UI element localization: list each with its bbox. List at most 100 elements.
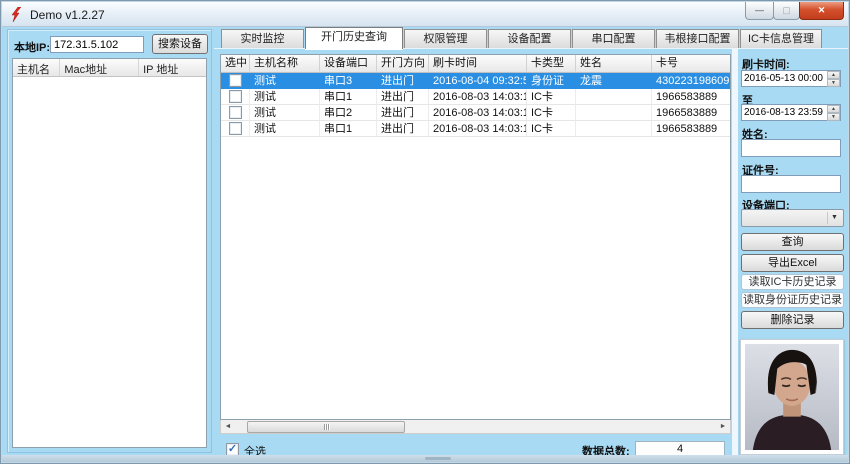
row-host: 测试	[250, 121, 320, 137]
cardholder-photo	[740, 339, 844, 455]
window-bottom-border	[2, 455, 848, 462]
read-id-history-button[interactable]: 读取身份证历史记录	[741, 292, 844, 308]
id-number-input[interactable]	[741, 175, 841, 193]
row-card-no: 430223198609164219	[652, 73, 731, 89]
device-col-mac[interactable]: Mac地址	[60, 59, 139, 76]
tab-strip: 实时监控 开门历史查询 权限管理 设备配置 串口配置 韦根接口配置 IC卡信息管…	[214, 27, 848, 49]
resize-grip[interactable]	[425, 457, 451, 460]
row-port: 串口1	[320, 121, 377, 137]
row-checkbox[interactable]	[229, 74, 242, 87]
close-button[interactable]: ✕	[799, 2, 844, 20]
export-excel-button[interactable]: 导出Excel	[741, 254, 844, 272]
row-time: 2016-08-03 14:03:10	[429, 105, 527, 121]
row-card-no: 1966583889	[652, 121, 731, 137]
search-device-button[interactable]: 搜索设备	[152, 34, 208, 54]
table-row[interactable]: 测试 串口1 进出门 2016-08-03 14:03:13 IC卡 19665…	[221, 121, 730, 137]
table-row[interactable]: 测试 串口1 进出门 2016-08-03 14:03:10 IC卡 19665…	[221, 89, 730, 105]
row-port: 串口3	[320, 73, 377, 89]
spinner-up-icon[interactable]: ▲	[827, 71, 840, 79]
chevron-down-icon[interactable]: ▼	[827, 212, 841, 224]
spinner-up-icon[interactable]: ▲	[827, 105, 840, 113]
portrait-photo-image	[745, 344, 839, 450]
tab-door-history[interactable]: 开门历史查询	[305, 27, 403, 49]
table-row[interactable]: 测试 串口3 进出门 2016-08-04 09:32:55 身份证 龙震 43…	[221, 73, 730, 89]
app-logo-lightning-icon	[10, 7, 25, 22]
time-to-field[interactable]: ▲ ▼	[741, 104, 841, 121]
row-name	[576, 105, 652, 121]
col-swipe-time[interactable]: 刷卡时间	[429, 55, 527, 72]
row-direction: 进出门	[377, 121, 429, 137]
row-time: 2016-08-03 14:03:10	[429, 89, 527, 105]
local-ip-input[interactable]	[50, 36, 144, 53]
read-ic-history-button[interactable]: 读取IC卡历史记录	[741, 274, 844, 290]
row-port: 串口1	[320, 89, 377, 105]
row-checkbox[interactable]	[229, 122, 242, 135]
device-col-ip[interactable]: IP 地址	[139, 59, 206, 76]
tab-wiegand-config[interactable]: 韦根接口配置	[656, 29, 739, 49]
row-time: 2016-08-04 09:32:55	[429, 73, 527, 89]
scroll-right-icon[interactable]: ►	[716, 421, 730, 433]
col-card-type[interactable]: 卡类型	[527, 55, 576, 72]
query-side-panel: 刷卡时间: ▲ ▼ 至 ▲ ▼ 姓名:	[738, 49, 846, 455]
col-select[interactable]: 选中	[221, 55, 250, 72]
scroll-left-icon[interactable]: ◄	[221, 421, 235, 433]
minimize-button[interactable]: —	[745, 2, 774, 20]
device-table[interactable]: 主机名 Mac地址 IP 地址	[12, 58, 207, 448]
horizontal-scrollbar[interactable]: ◄ ►	[220, 420, 731, 434]
row-direction: 进出门	[377, 73, 429, 89]
col-port[interactable]: 设备端口	[320, 55, 377, 72]
row-direction: 进出门	[377, 89, 429, 105]
row-direction: 进出门	[377, 105, 429, 121]
device-table-header: 主机名 Mac地址 IP 地址	[13, 59, 206, 77]
row-card-no: 1966583889	[652, 105, 731, 121]
window-title: Demo v1.2.27	[30, 8, 105, 22]
time-from-field[interactable]: ▲ ▼	[741, 70, 841, 87]
row-host: 测试	[250, 89, 320, 105]
time-from-input[interactable]	[741, 70, 841, 87]
time-from-spinner[interactable]: ▲ ▼	[827, 71, 840, 86]
row-name	[576, 89, 652, 105]
col-host[interactable]: 主机名称	[250, 55, 320, 72]
app-window: Demo v1.2.27 — ▢ ✕ 本地IP: 搜索设备 主机名 Mac地址 …	[0, 0, 850, 464]
scrollbar-thumb[interactable]	[247, 421, 405, 433]
maximize-button[interactable]: ▢	[773, 2, 800, 20]
time-to-spinner[interactable]: ▲ ▼	[827, 105, 840, 120]
table-row[interactable]: 测试 串口2 进出门 2016-08-03 14:03:10 IC卡 19665…	[221, 105, 730, 121]
name-input[interactable]	[741, 139, 841, 157]
tab-ic-card-info[interactable]: IC卡信息管理	[740, 29, 822, 49]
delete-records-button[interactable]: 删除记录	[741, 311, 844, 329]
col-name[interactable]: 姓名	[576, 55, 652, 72]
spinner-down-icon[interactable]: ▼	[827, 79, 840, 87]
row-card-type: 身份证	[527, 73, 576, 89]
door-history-page: 选中 主机名称 设备端口 开门方向 刷卡时间 卡类型 姓名 卡号 测试 串口3 …	[214, 48, 848, 455]
row-host: 测试	[250, 73, 320, 89]
query-button[interactable]: 查询	[741, 233, 844, 251]
tab-device-config[interactable]: 设备配置	[488, 29, 571, 49]
row-name: 龙震	[576, 73, 652, 89]
spinner-down-icon[interactable]: ▼	[827, 113, 840, 121]
tab-realtime-monitor[interactable]: 实时监控	[221, 29, 304, 49]
tab-permissions[interactable]: 权限管理	[404, 29, 487, 49]
history-table-header: 选中 主机名称 设备端口 开门方向 刷卡时间 卡类型 姓名 卡号	[221, 55, 730, 73]
row-card-type: IC卡	[527, 121, 576, 137]
device-col-hostname[interactable]: 主机名	[13, 59, 60, 76]
row-card-type: IC卡	[527, 89, 576, 105]
row-port: 串口2	[320, 105, 377, 121]
client-area: 本地IP: 搜索设备 主机名 Mac地址 IP 地址 实时监控 开门历史查询 权…	[2, 27, 848, 455]
col-card-no[interactable]: 卡号	[652, 55, 731, 72]
col-direction[interactable]: 开门方向	[377, 55, 429, 72]
local-ip-label: 本地IP:	[14, 39, 50, 55]
row-name	[576, 121, 652, 137]
device-list-panel: 本地IP: 搜索设备 主机名 Mac地址 IP 地址	[7, 29, 212, 453]
row-checkbox[interactable]	[229, 90, 242, 103]
device-port-select[interactable]: ▼	[741, 209, 844, 227]
row-checkbox[interactable]	[229, 106, 242, 119]
title-bar[interactable]: Demo v1.2.27 — ▢ ✕	[2, 2, 848, 27]
row-card-no: 1966583889	[652, 89, 731, 105]
history-table[interactable]: 选中 主机名称 设备端口 开门方向 刷卡时间 卡类型 姓名 卡号 测试 串口3 …	[220, 54, 731, 420]
tab-serial-config[interactable]: 串口配置	[572, 29, 655, 49]
row-host: 测试	[250, 105, 320, 121]
scrollbar-track[interactable]	[235, 421, 716, 433]
row-time: 2016-08-03 14:03:13	[429, 121, 527, 137]
time-to-input[interactable]	[741, 104, 841, 121]
